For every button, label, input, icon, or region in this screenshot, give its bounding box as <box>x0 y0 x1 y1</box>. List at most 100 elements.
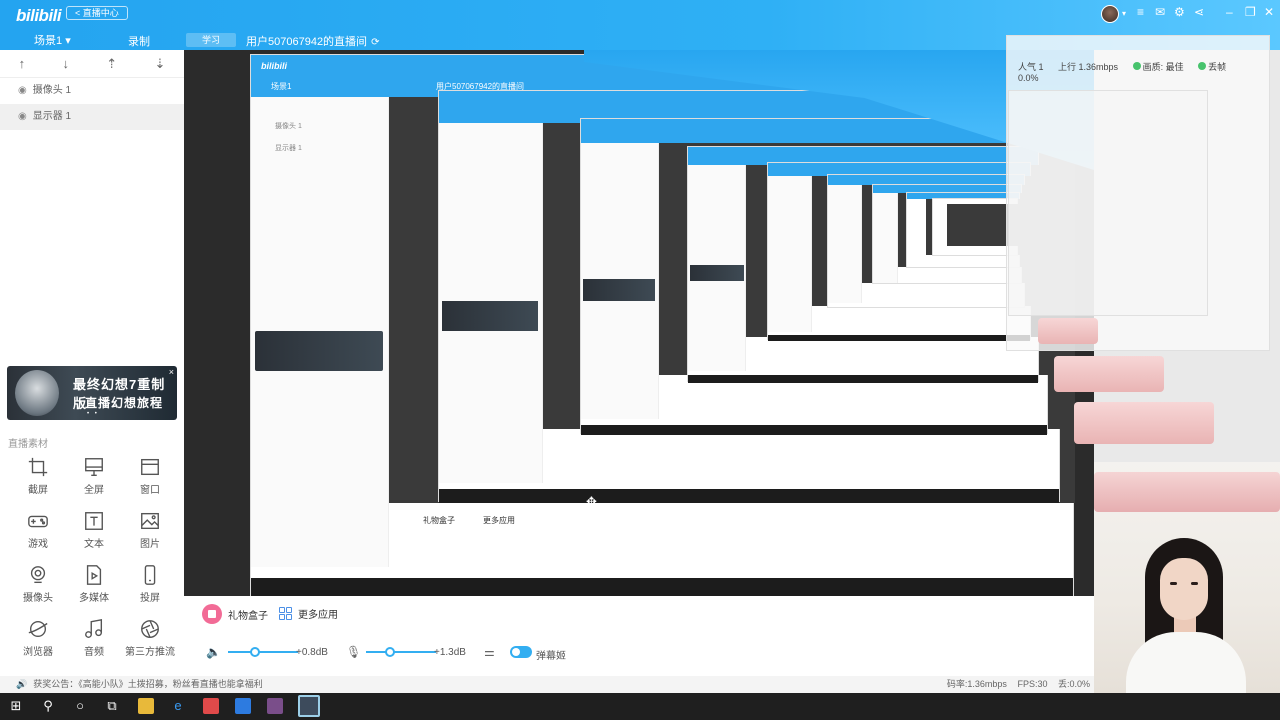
task-view-icon[interactable]: ⧉ <box>104 698 120 714</box>
promo-banner[interactable]: 最终幻想7重制版 直播幻想旅程 × • • <box>7 366 177 420</box>
move-up-icon[interactable]: ↑ <box>19 56 26 71</box>
source-label: 显示器 1 <box>32 111 72 122</box>
bitrate: 码率:1.36mbps <box>946 679 1007 689</box>
material-label: 投屏 <box>140 593 160 604</box>
streamer-body <box>1126 632 1246 693</box>
notice-text[interactable]: 获奖公告：《高能小队》土拨招募，粉丝看直播也能拿福利 <box>33 679 263 689</box>
edge-icon[interactable]: e <box>170 698 186 714</box>
nested-taskbar <box>251 578 1073 596</box>
gift-label: 礼物盒子 <box>228 610 268 622</box>
nested-source-label: 显示器 1 <box>275 145 302 152</box>
streamer-eye <box>1191 582 1198 585</box>
settings-icon[interactable]: ⚙ <box>1174 5 1185 19</box>
nested-banner <box>442 301 538 331</box>
maximize-icon[interactable]: ❐ <box>1245 5 1256 19</box>
live-helper-icon[interactable] <box>298 695 320 717</box>
material-browser[interactable]: 浏览器 <box>10 618 66 658</box>
material-label: 截屏 <box>28 485 48 496</box>
move-bottom-icon[interactable]: ⇣ <box>154 56 165 72</box>
browser-icon <box>28 620 48 638</box>
material-image[interactable]: 图片 <box>122 510 178 550</box>
carousel-dots[interactable]: • • <box>87 411 99 417</box>
material-third-party-stream[interactable]: 第三方推流 <box>122 618 178 658</box>
cortana-icon[interactable]: ○ <box>72 698 88 714</box>
background-object <box>1054 356 1164 392</box>
source-item-camera[interactable]: ◉ 摄像头 1 <box>0 78 184 104</box>
source-label: 摄像头 1 <box>32 85 72 96</box>
close-icon[interactable]: × <box>169 367 174 377</box>
nested-taskbar <box>768 335 1030 341</box>
scene-selector[interactable]: 场景1 ▾ <box>34 32 71 48</box>
source-toolbar: ↑ ↓ ⇡ ⇣ <box>0 50 184 78</box>
tab-record[interactable]: 录制 <box>128 33 150 49</box>
drop-rate: 丢:0.0% <box>1057 679 1090 689</box>
slider-thumb[interactable] <box>384 647 395 657</box>
nested-gift-label: 礼物盒子 <box>423 516 455 525</box>
control-bar: 礼物盒子 更多应用 🔈 +0.8dB 🎙 +1.3dB ⚌ 弹幕姬 <box>184 596 1094 676</box>
stream-stats: 人气 1 上行 1.36mbps 画质: 最佳 丢帧 0.0% <box>1018 60 1258 83</box>
move-top-icon[interactable]: ⇡ <box>106 56 117 72</box>
material-audio[interactable]: 音频 <box>66 618 122 658</box>
background-object <box>1074 402 1214 444</box>
nested-scene: 场景1 <box>271 82 292 91</box>
chevron-down-icon[interactable]: ▾ <box>1122 9 1126 18</box>
material-fullscreen[interactable]: 全屏 <box>66 456 122 496</box>
nested-logo: bilibili <box>261 61 287 71</box>
material-camera[interactable]: 摄像头 <box>10 564 66 604</box>
mixer-icon[interactable]: ⚌ <box>484 645 495 659</box>
material-game[interactable]: 游戏 <box>10 510 66 550</box>
chevron-down-icon: ▾ <box>65 35 71 47</box>
purple-app-icon[interactable] <box>267 698 283 714</box>
slider-thumb[interactable] <box>250 647 261 657</box>
stage-preview[interactable]: bilibili 场景1 用户507067942的直播间 摄像头 1 显示器 1… <box>184 50 1094 596</box>
source-panel: ↑ ↓ ⇡ ⇣ ◉ 摄像头 1 ◉ 显示器 1 最终幻想7重制版 直播幻想旅程 × … <box>0 50 184 693</box>
image-icon <box>141 512 159 530</box>
material-label: 音频 <box>84 647 104 658</box>
gift-box-button[interactable]: 礼物盒子 <box>202 604 268 624</box>
mic-volume-slider[interactable] <box>366 647 436 657</box>
minimize-icon[interactable]: – <box>1226 5 1233 19</box>
phone-icon <box>144 565 156 585</box>
tab-learn[interactable]: 学习 <box>186 33 236 47</box>
danmu-toggle[interactable] <box>510 646 532 658</box>
eye-icon[interactable]: ◉ <box>18 85 27 96</box>
nested-taskbar <box>581 425 1047 435</box>
stats-overlay-panel-nested <box>1008 90 1208 316</box>
bilibili-logo: bilibili <box>16 6 62 25</box>
material-media[interactable]: 多媒体 <box>66 564 122 604</box>
refresh-icon[interactable]: ⟳ <box>371 37 379 48</box>
blue-app-icon[interactable] <box>235 698 251 714</box>
material-window[interactable]: 窗口 <box>122 456 178 496</box>
material-cast[interactable]: 投屏 <box>122 564 178 604</box>
close-icon[interactable]: ✕ <box>1264 5 1274 19</box>
source-item-display[interactable]: ◉ 显示器 1 <box>0 104 184 130</box>
material-screenshot[interactable]: 截屏 <box>10 456 66 496</box>
speaker-volume-slider[interactable] <box>228 647 298 657</box>
microphone-icon[interactable]: 🎙 <box>346 645 361 659</box>
monitor-icon <box>85 458 103 476</box>
room-title[interactable]: 用户507067942的直播间 ⟳ <box>246 33 379 49</box>
search-icon[interactable]: ⚲ <box>40 698 56 714</box>
menu-icon[interactable]: ≡ <box>1137 5 1144 19</box>
share-icon[interactable]: ⋖ <box>1194 5 1204 19</box>
windows-start-icon[interactable]: ⊞ <box>8 698 24 714</box>
material-label: 文本 <box>84 539 104 550</box>
window-icon <box>141 458 159 476</box>
more-apps-button[interactable]: 更多应用 <box>279 606 338 621</box>
speaker-icon[interactable]: 🔈 <box>206 645 221 659</box>
back-to-live-center-button[interactable]: < 直播中心 <box>66 6 128 20</box>
red-app-icon[interactable] <box>203 698 219 714</box>
file-explorer-icon[interactable] <box>138 698 154 714</box>
music-icon <box>85 619 103 638</box>
avatar[interactable] <box>1101 5 1119 23</box>
stat-upload: 上行 1.36mbps <box>1058 62 1119 72</box>
gift-icon <box>202 604 222 624</box>
move-down-icon[interactable]: ↓ <box>62 56 69 71</box>
nested-taskbar <box>688 375 1038 383</box>
material-text[interactable]: 文本 <box>66 510 122 550</box>
nested-banner <box>690 265 744 281</box>
mail-icon[interactable]: ✉ <box>1155 5 1165 19</box>
nested-banner <box>583 279 655 301</box>
eye-icon[interactable]: ◉ <box>18 111 27 122</box>
announcement-icon: 🔊 <box>16 679 28 689</box>
